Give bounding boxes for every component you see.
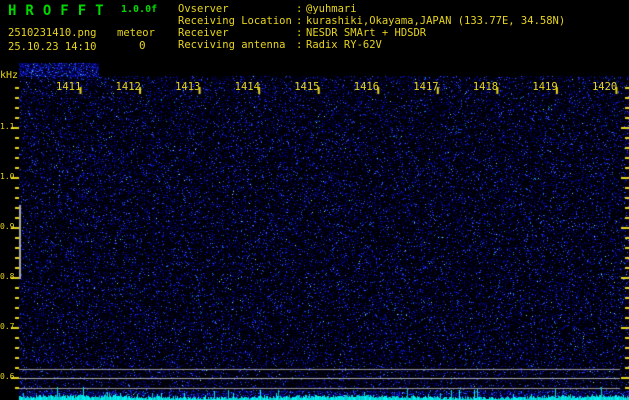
- time-tick-label: 1415: [294, 81, 320, 93]
- freq-tick-label: 0.9: [0, 222, 15, 231]
- time-tick-label: 1420: [591, 81, 618, 93]
- time-tick-label: 1419: [532, 81, 558, 93]
- hrofft-output-window: HROFFT 1.0.0f 2510231410.png meteor 25.1…: [0, 0, 629, 400]
- info-row: Receiver: NESDR SMArt + HDSDR: [178, 27, 426, 39]
- info-row: Recviving antenna: Radix RY-62V: [178, 39, 382, 51]
- spectrogram-waterfall-canvas: [0, 0, 629, 400]
- time-tick-label: 1411: [56, 81, 82, 93]
- time-tick-label: 1417: [413, 81, 439, 93]
- info-label: Recviving antenna: [178, 39, 286, 51]
- info-value: NESDR SMArt + HDSDR: [306, 27, 427, 39]
- freq-tick-label: 0.6: [0, 372, 15, 381]
- time-tick-label: 1414: [234, 81, 260, 93]
- freq-tick-label: 1.1: [0, 122, 15, 131]
- freq-axis-labels: 1.1 1.0 0.9 0.8 0.7 0.6: [0, 0, 20, 400]
- time-axis-labels: 1411 1412 1413 1414 1415 1416 1417 1418 1419 1420: [0, 0, 629, 93]
- time-tick-label: 1418: [472, 81, 499, 93]
- freq-tick-label: 0.8: [0, 272, 15, 281]
- info-sep: :: [296, 39, 303, 51]
- freq-tick-label: 0.7: [0, 322, 15, 331]
- time-tick-label: 1416: [353, 81, 380, 93]
- info-label: Receiver: [178, 27, 229, 39]
- time-tick-label: 1412: [115, 81, 141, 93]
- info-sep: :: [296, 27, 303, 39]
- time-tick-label: 1413: [175, 81, 201, 93]
- freq-tick-label: 1.0: [0, 172, 15, 181]
- info-value: Radix RY-62V: [306, 39, 382, 51]
